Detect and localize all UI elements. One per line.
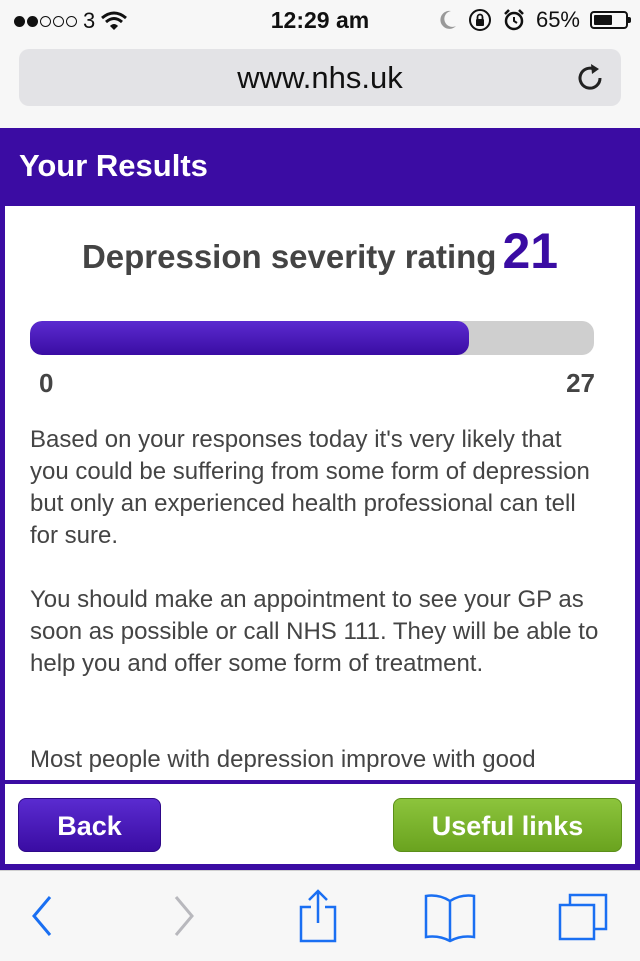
- scale-min: 0: [39, 368, 54, 398]
- results-panel[interactable]: Depression severity rating 21 0 27 Based …: [5, 206, 635, 780]
- rating-value: 21: [502, 223, 559, 279]
- button-footer: Back Useful links: [5, 784, 635, 864]
- useful-links-button[interactable]: Useful links: [393, 798, 622, 852]
- alarm-icon: [504, 9, 524, 31]
- address-bar-area: www.nhs.uk: [0, 40, 640, 129]
- severity-rating: Depression severity rating 21: [5, 222, 635, 280]
- share-icon[interactable]: [290, 889, 346, 943]
- battery-percent: 65%: [535, 7, 580, 32]
- info-paragraph: Most people with depression improve with…: [30, 746, 536, 773]
- reload-icon[interactable]: [573, 61, 607, 95]
- back-button[interactable]: Back: [18, 798, 161, 852]
- back-icon[interactable]: [16, 889, 72, 943]
- status-bar: 3 12:29 am 65%: [0, 0, 640, 40]
- tabs-icon[interactable]: [556, 889, 612, 943]
- page: Your Results Depression severity rating 2…: [0, 128, 640, 870]
- advice-paragraph: You should make an appointment to see yo…: [30, 586, 599, 677]
- forward-icon[interactable]: [156, 889, 212, 943]
- scale-max: 27: [566, 368, 595, 398]
- bookmarks-icon[interactable]: [422, 889, 478, 943]
- results-header: Your Results: [0, 128, 640, 206]
- moon-icon: [440, 10, 456, 29]
- url-text[interactable]: www.nhs.uk: [19, 60, 621, 96]
- address-bar[interactable]: www.nhs.uk: [19, 49, 621, 106]
- battery-icon: [590, 11, 631, 29]
- status-right: 65%: [438, 7, 631, 33]
- browser-toolbar: [0, 870, 640, 961]
- result-paragraph: Based on your responses today it's very …: [30, 426, 590, 549]
- severity-progress-fill: [30, 321, 469, 355]
- rating-label: Depression severity rating: [81, 238, 497, 275]
- severity-progress-bar: [30, 321, 594, 355]
- rotation-lock-icon: [468, 9, 491, 31]
- page-title: Your Results: [19, 148, 208, 183]
